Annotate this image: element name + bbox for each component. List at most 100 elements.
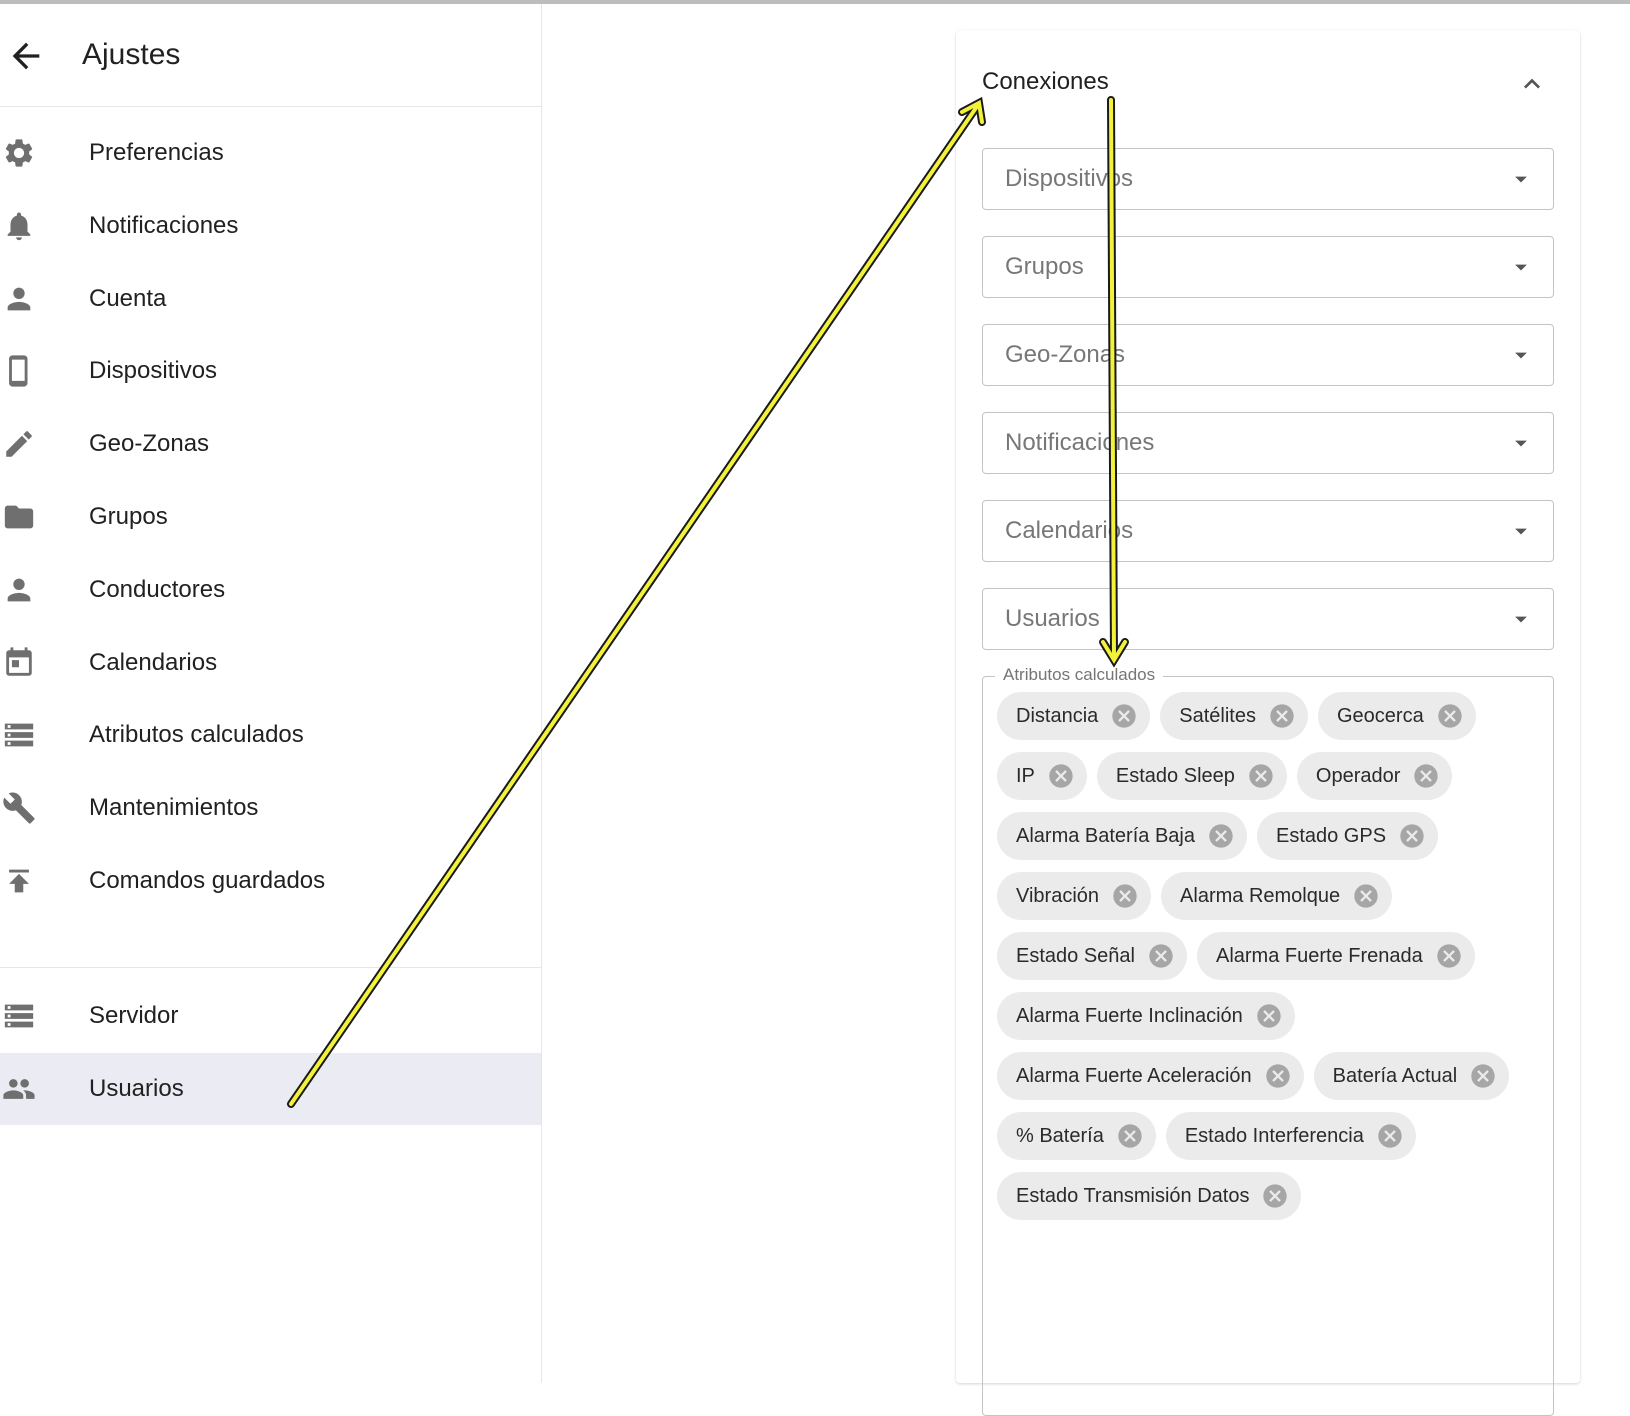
cancel-icon[interactable]: [1268, 702, 1296, 730]
select-dispositivos[interactable]: Dispositivos: [982, 148, 1554, 210]
sidebar-item-label: Notificaciones: [89, 211, 239, 239]
settings-sidebar: Ajustes Preferencias Notificaciones Cuenta…: [0, 4, 542, 1383]
chip-label: Satélites: [1179, 704, 1256, 727]
sidebar-item-label: Conductores: [89, 575, 226, 603]
sidebar-item-comandos-guardados[interactable]: Comandos guardados: [0, 845, 541, 917]
attribute-chip: Alarma Fuerte Inclinación: [997, 992, 1295, 1040]
calculated-attributes-legend: Atributos calculados: [995, 665, 1164, 685]
connections-panel: Conexiones Dispositivos Grupos Geo-Zonas No…: [956, 30, 1580, 1416]
cancel-icon[interactable]: [1116, 1122, 1144, 1150]
cancel-icon[interactable]: [1255, 1002, 1283, 1030]
sidebar-item-servidor[interactable]: Servidor: [0, 980, 541, 1052]
chip-list: Distancia Satélites Geocerca IP Estado Sleep…: [997, 692, 1542, 1220]
attribute-chip: Alarma Batería Baja: [997, 812, 1247, 860]
sidebar-item-label: Usuarios: [89, 1074, 184, 1102]
select-label: Geo-Zonas: [1005, 341, 1126, 368]
chip-label: Estado Transmisión Datos: [1016, 1184, 1250, 1207]
sidebar-item-label: Atributos calculados: [89, 721, 304, 749]
cancel-icon[interactable]: [1435, 942, 1463, 970]
pencil-icon: [2, 427, 36, 461]
calculated-attributes-field[interactable]: Atributos calculados Distancia Satélites G…: [982, 665, 1554, 1416]
sidebar-item-grupos[interactable]: Grupos: [0, 481, 541, 553]
sidebar-item-label: Geo-Zonas: [89, 430, 210, 458]
page-title: Ajustes: [82, 38, 181, 71]
chip-label: Alarma Batería Baja: [1016, 824, 1195, 847]
sidebar-divider: [0, 967, 541, 968]
select-notificaciones[interactable]: Notificaciones: [982, 412, 1554, 474]
attribute-chip: Estado Señal: [997, 932, 1187, 980]
sidebar-item-label: Cuenta: [89, 284, 167, 312]
cancel-icon[interactable]: [1352, 882, 1380, 910]
attribute-chip: Alarma Fuerte Aceleración: [997, 1052, 1304, 1100]
chip-label: IP: [1016, 764, 1035, 787]
person-icon: [2, 282, 36, 316]
cancel-icon[interactable]: [1412, 762, 1440, 790]
chevron-up-icon[interactable]: [1516, 68, 1548, 100]
chip-label: Distancia: [1016, 704, 1099, 727]
select-label: Dispositivos: [1005, 165, 1134, 192]
cancel-icon[interactable]: [1398, 822, 1426, 850]
sidebar-item-label: Servidor: [89, 1002, 179, 1029]
attribute-chip: Estado GPS: [1256, 812, 1439, 860]
sidebar-item-label: Calendarios: [89, 648, 218, 676]
sidebar-item-conductores[interactable]: Conductores: [0, 554, 541, 626]
cancel-icon[interactable]: [1376, 1122, 1404, 1150]
sidebar-item-dispositivos[interactable]: Dispositivos: [0, 335, 541, 407]
sidebar-item-mantenimientos[interactable]: Mantenimientos: [0, 772, 541, 844]
chip-label: Geocerca: [1336, 704, 1424, 727]
cancel-icon[interactable]: [1469, 1062, 1497, 1090]
dropdown-arrow-icon: [1507, 253, 1535, 281]
storage-icon: [2, 999, 36, 1033]
cancel-icon[interactable]: [1207, 822, 1235, 850]
attribute-chip: Satélites: [1160, 692, 1308, 740]
calendar-icon: [2, 646, 36, 680]
sidebar-item-calendarios[interactable]: Calendarios: [0, 627, 541, 699]
select-geo-zonas[interactable]: Geo-Zonas: [982, 324, 1554, 386]
select-calendarios[interactable]: Calendarios: [982, 500, 1554, 562]
dropdown-arrow-icon: [1507, 165, 1535, 193]
select-grupos[interactable]: Grupos: [982, 236, 1554, 298]
select-label: Notificaciones: [1005, 429, 1155, 456]
attribute-chip: % Batería: [997, 1112, 1156, 1160]
sidebar-item-preferencias[interactable]: Preferencias: [0, 117, 541, 189]
gear-icon: [2, 136, 36, 170]
attribute-chip: IP: [997, 752, 1087, 800]
sidebar-item-usuarios[interactable]: Usuarios: [0, 1052, 541, 1125]
cancel-icon[interactable]: [1111, 882, 1139, 910]
sidebar-item-label: Comandos guardados: [89, 867, 326, 894]
attribute-chip: Estado Transmisión Datos: [997, 1172, 1302, 1220]
cancel-icon[interactable]: [1261, 1182, 1289, 1210]
chip-label: Batería Actual: [1332, 1064, 1458, 1087]
sidebar-item-atributos-calculados[interactable]: Atributos calculados: [0, 699, 541, 771]
chip-label: Estado GPS: [1275, 824, 1387, 847]
select-usuarios[interactable]: Usuarios: [982, 588, 1554, 650]
attribute-chip: Estado Sleep: [1096, 752, 1287, 800]
cancel-icon[interactable]: [1047, 762, 1075, 790]
select-label: Usuarios: [1005, 605, 1100, 632]
sidebar-item-label: Grupos: [89, 503, 168, 530]
sidebar-item-label: Mantenimientos: [89, 794, 259, 822]
cancel-icon[interactable]: [1436, 702, 1464, 730]
chip-label: Alarma Fuerte Aceleración: [1016, 1064, 1252, 1087]
dropdown-arrow-icon: [1507, 341, 1535, 369]
publish-icon: [2, 864, 36, 898]
cancel-icon[interactable]: [1264, 1062, 1292, 1090]
sidebar-item-label: Dispositivos: [89, 357, 218, 385]
cancel-icon[interactable]: [1147, 942, 1175, 970]
attribute-chip: Distancia: [997, 692, 1151, 740]
chip-label: Alarma Fuerte Frenada: [1215, 944, 1423, 967]
arrow-back-icon[interactable]: [6, 36, 46, 76]
list-icon: [2, 718, 36, 752]
sidebar-item-notificaciones[interactable]: Notificaciones: [0, 190, 541, 262]
panel-title: Conexiones: [982, 68, 1109, 95]
dropdown-arrow-icon: [1507, 605, 1535, 633]
cancel-icon[interactable]: [1110, 702, 1138, 730]
cancel-icon[interactable]: [1247, 762, 1275, 790]
bell-icon: [2, 209, 36, 243]
attribute-chip: Batería Actual: [1313, 1052, 1510, 1100]
attribute-chip: Geocerca: [1317, 692, 1476, 740]
sidebar-item-cuenta[interactable]: Cuenta: [0, 263, 541, 335]
sidebar-item-geo-zonas[interactable]: Geo-Zonas: [0, 408, 541, 480]
chip-label: Operador: [1315, 764, 1401, 787]
attribute-chip: Alarma Remolque: [1161, 872, 1393, 920]
